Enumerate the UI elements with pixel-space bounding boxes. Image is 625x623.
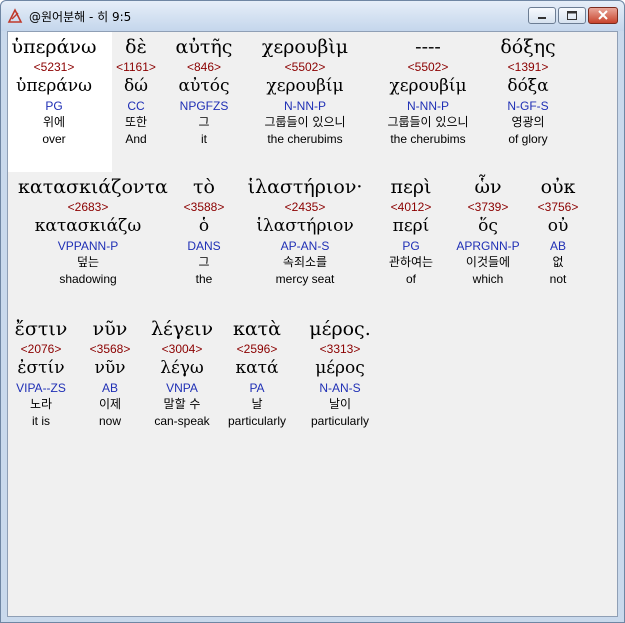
word-greek: χερουβὶμ <box>261 36 349 58</box>
word-english: particularly <box>310 414 370 428</box>
app-icon <box>7 8 23 23</box>
word-english: not <box>549 272 567 286</box>
word-strong: <5502> <box>284 60 326 74</box>
word-korean: 없 <box>552 255 564 269</box>
word-lemma: χερουβίμ <box>266 76 344 96</box>
close-icon <box>598 10 608 20</box>
minimize-button[interactable] <box>528 7 556 24</box>
word-parse: AB <box>549 239 566 253</box>
word-greek: οὐκ <box>540 176 576 198</box>
interlinear-panel[interactable]: ὑπεράνω <5231> ὑπεράνω PG 위에 over δὲ <1161> δώ CC… <box>7 31 618 617</box>
minimize-icon <box>538 17 546 19</box>
close-button[interactable] <box>588 7 618 24</box>
word-parse: N-AN-S <box>319 381 361 395</box>
word-korean: 날이 <box>328 397 352 411</box>
word-parse: N-NN-P <box>284 99 326 113</box>
word-parse: N-GF-S <box>507 99 549 113</box>
word-lemma: δόξα <box>507 76 549 96</box>
word-greek: μέρος. <box>309 318 371 340</box>
word-greek: δόξης <box>500 36 556 58</box>
word-strong: <3313> <box>319 342 361 356</box>
word-cell[interactable]: οὐκ <3756> οὐ AB 없 not <box>488 177 625 287</box>
word-korean: 그룹들이 있으니 <box>264 115 346 129</box>
word-strong: <3756> <box>537 200 579 214</box>
window-title: @원어분해 - 히 9:5 <box>29 10 132 24</box>
app-window: @원어분해 - 히 9:5 ὑπεράνω <5231> ὑπεράνω PG 위에 ov… <box>0 0 625 623</box>
word-english: the cherubims <box>267 132 343 146</box>
word-cell[interactable]: χερουβὶμ <5502> χερουβίμ N-NN-P 그룹들이 있으니 the … <box>235 37 375 147</box>
word-cell[interactable]: δόξης <1391> δόξα N-GF-S 영광의 of glory <box>458 37 598 147</box>
word-cell[interactable]: μέρος. <3313> μέρος N-AN-S 날이 particularly <box>270 319 410 429</box>
maximize-button[interactable] <box>558 7 586 24</box>
word-strong: <1391> <box>507 60 549 74</box>
maximize-icon <box>567 11 577 20</box>
word-lemma: μέρος <box>315 358 365 378</box>
word-english: of glory <box>508 132 548 146</box>
word-lemma: οὐ <box>547 216 569 236</box>
title-bar[interactable]: @원어분해 - 히 9:5 <box>1 1 624 31</box>
word-korean: 영광의 <box>511 115 545 129</box>
